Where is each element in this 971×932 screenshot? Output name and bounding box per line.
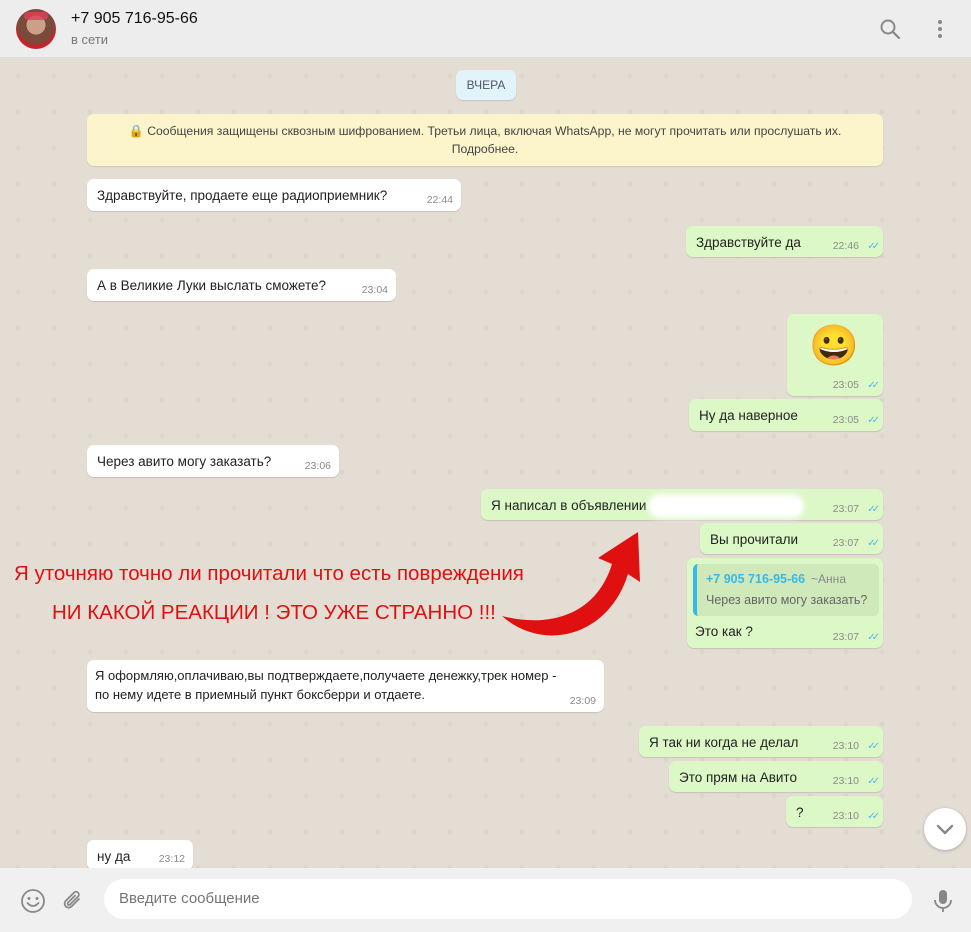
message-outgoing-reply[interactable]: +7 905 716-95-66 ~Анна Через авито могу з…	[687, 558, 883, 648]
quote-text: Через авито могу заказать?	[706, 593, 868, 607]
message-text: Вы прочитали	[710, 532, 799, 547]
read-receipt-icon: ✓✓	[867, 380, 880, 391]
search-icon[interactable]	[878, 17, 902, 41]
message-outgoing[interactable]: Вы прочитали 23:07 ✓✓	[700, 523, 883, 554]
message-incoming[interactable]: Здравствуйте, продаете еще радиоприемник…	[87, 179, 461, 211]
redacted-text	[652, 498, 801, 515]
message-outgoing[interactable]: Это прям на Авито 23:10 ✓✓	[669, 761, 883, 792]
message-outgoing[interactable]: Я так ни когда не делал 23:10 ✓✓	[639, 726, 883, 757]
message-time: 23:07	[832, 631, 859, 643]
chevron-down-icon	[936, 824, 954, 835]
date-separator: ВЧЕРА	[456, 70, 516, 100]
read-receipt-icon: ✓✓	[867, 415, 880, 426]
mic-icon[interactable]	[930, 888, 956, 914]
message-time: 23:10	[832, 775, 859, 787]
message-text: ?	[796, 805, 804, 820]
contact-name[interactable]: +7 905 716-95-66	[71, 10, 198, 28]
message-outgoing[interactable]: 😀 23:05 ✓✓	[787, 314, 883, 396]
message-text-line: по нему идете в приемный пункт боксберри…	[95, 687, 425, 702]
message-text: Ну да наверное	[699, 408, 798, 423]
message-time: 23:12	[158, 853, 185, 865]
message-time: 23:07	[832, 537, 859, 549]
message-time: 23:05	[832, 379, 859, 391]
quote-author-phone: +7 905 716-95-66	[706, 572, 806, 586]
emoji-icon[interactable]	[20, 888, 46, 914]
message-composer	[0, 868, 971, 932]
message-text: Это прям на Авито	[679, 770, 797, 785]
message-text: А в Великие Луки выслать сможете?	[97, 278, 327, 293]
message-input[interactable]	[104, 879, 912, 919]
message-text: Через авито могу заказать?	[97, 454, 272, 469]
menu-icon[interactable]	[928, 17, 952, 41]
quote-author: +7 905 716-95-66 ~Анна	[706, 572, 846, 586]
message-outgoing[interactable]: Здравствуйте да 22:46 ✓✓	[686, 226, 883, 257]
contact-status: в сети	[71, 32, 109, 47]
message-text: Я так ни когда не делал	[649, 735, 799, 750]
message-outgoing[interactable]: Ну да наверное 23:05 ✓✓	[689, 399, 883, 431]
message-time: 23:09	[569, 695, 596, 707]
message-outgoing[interactable]: ? 23:10 ✓✓	[786, 796, 883, 827]
quoted-message[interactable]: +7 905 716-95-66 ~Анна Через авито могу з…	[693, 564, 879, 616]
read-receipt-icon: ✓✓	[867, 776, 880, 787]
message-outgoing[interactable]: Я написал в объявлении 23:07 ✓✓	[481, 489, 883, 520]
message-text: Это как ?	[695, 624, 753, 639]
read-receipt-icon: ✓✓	[867, 241, 880, 252]
annotation-arrow-icon	[502, 532, 640, 636]
quote-author-name: ~Анна	[811, 572, 846, 586]
read-receipt-icon: ✓✓	[867, 632, 880, 643]
chat-area[interactable]: ВЧЕРА 🔒 Сообщения защищены сквозным шифр…	[0, 58, 971, 868]
message-time: 22:46	[832, 240, 859, 252]
contact-avatar[interactable]	[16, 9, 56, 49]
message-text: Я написал в объявлении	[491, 498, 801, 515]
read-receipt-icon: ✓✓	[867, 538, 880, 549]
read-receipt-icon: ✓✓	[867, 741, 880, 752]
message-time: 23:10	[832, 740, 859, 752]
grinning-emoji-icon: 😀	[809, 324, 859, 368]
message-time: 23:04	[361, 284, 388, 296]
message-time: 23:07	[832, 503, 859, 515]
scroll-down-button[interactable]	[924, 808, 966, 850]
message-incoming[interactable]: Через авито могу заказать? 23:06	[87, 445, 339, 477]
attach-icon[interactable]	[60, 888, 86, 914]
message-time: 22:44	[426, 194, 453, 206]
message-text: Здравствуйте, продаете еще радиоприемник…	[97, 188, 388, 203]
message-time: 23:05	[832, 414, 859, 426]
chat-header: +7 905 716-95-66 в сети	[0, 0, 971, 58]
message-incoming[interactable]: А в Великие Луки выслать сможете? 23:04	[87, 269, 396, 301]
read-receipt-icon: ✓✓	[867, 811, 880, 822]
message-time: 23:06	[304, 460, 331, 472]
message-text-content: Я написал в объявлении	[491, 498, 647, 513]
message-incoming[interactable]: Я оформляю,оплачиваю,вы подтверждаете,по…	[87, 660, 604, 712]
message-text-line: Я оформляю,оплачиваю,вы подтверждаете,по…	[95, 668, 557, 683]
message-text: Здравствуйте да	[696, 235, 801, 250]
encryption-notice[interactable]: 🔒 Сообщения защищены сквозным шифрование…	[87, 114, 883, 166]
message-incoming[interactable]: ну да 23:12	[87, 840, 193, 868]
message-time: 23:10	[832, 810, 859, 822]
annotation-text-2: НИ КАКОЙ РЕАКЦИИ ! ЭТО УЖЕ СТРАННО !!!	[52, 601, 496, 624]
message-text: ну да	[97, 849, 131, 864]
annotation-text-1: Я уточняю точно ли прочитали что есть по…	[14, 562, 524, 585]
read-receipt-icon: ✓✓	[867, 504, 880, 515]
